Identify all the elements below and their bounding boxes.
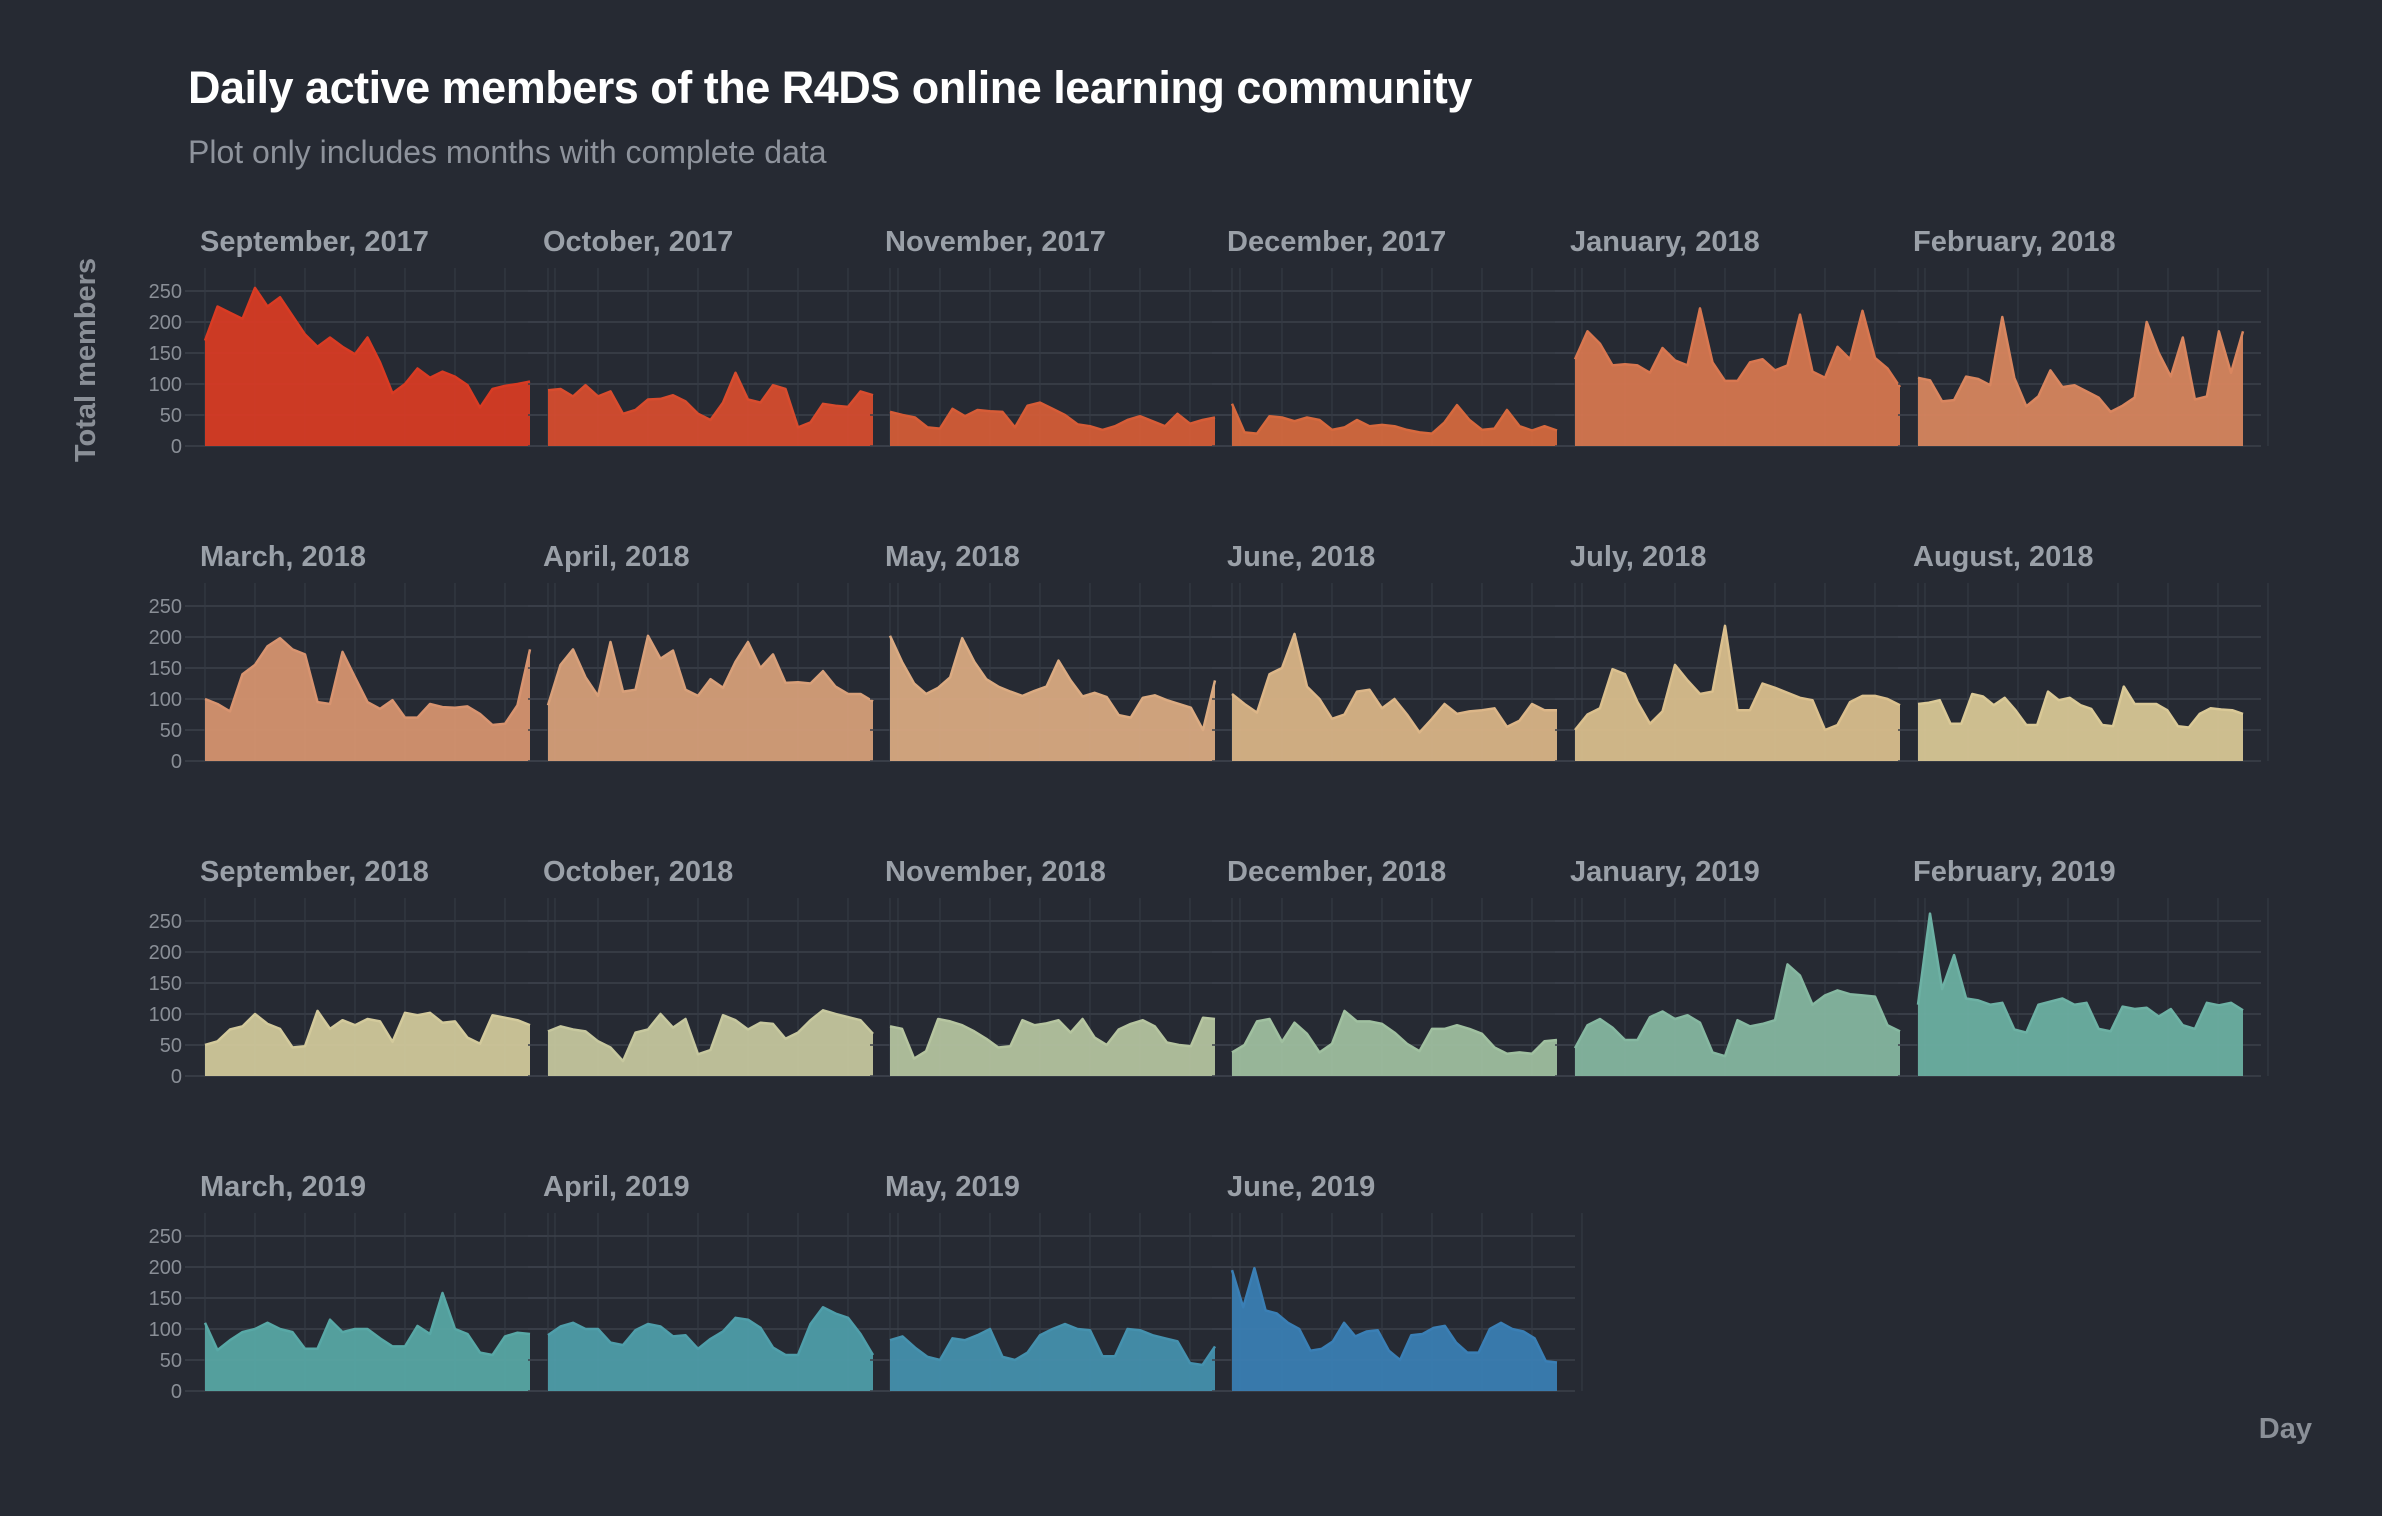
area-series	[205, 287, 530, 446]
facet-title: September, 2018	[200, 856, 429, 888]
facet-panel: December, 2017	[1212, 226, 1583, 447]
facet-title: April, 2019	[543, 1171, 690, 1203]
y-tick-label: 250	[149, 1226, 182, 1248]
facet-title: November, 2018	[885, 856, 1106, 888]
area-series	[205, 1293, 530, 1391]
y-axis-title: Total members	[70, 258, 102, 462]
facet-title: May, 2018	[885, 541, 1020, 573]
facet-panel: April, 2018	[528, 541, 899, 762]
facet-panel: April, 2019	[528, 1171, 899, 1392]
facet-panel: November, 2018	[870, 856, 1241, 1077]
area-series	[548, 635, 873, 761]
facet-panel: March, 2019 0 50 100 150 200 250	[149, 1171, 556, 1403]
facet-title: October, 2017	[543, 226, 733, 258]
y-tick-label: 50	[160, 1035, 182, 1057]
y-tick-label: 150	[149, 658, 182, 680]
facet-title: November, 2017	[885, 226, 1106, 258]
y-tick-label: 200	[149, 1257, 182, 1279]
facet-title: June, 2019	[1227, 1171, 1375, 1203]
facet-panel: September, 2017 0 50 100 150 200 250	[149, 226, 556, 458]
x-axis-title: Day	[2259, 1413, 2312, 1445]
facet-title: January, 2018	[1570, 226, 1760, 258]
facet-title: September, 2017	[200, 226, 429, 258]
facet-title: January, 2019	[1570, 856, 1760, 888]
area-series	[890, 1324, 1215, 1391]
facet-title: December, 2017	[1227, 226, 1446, 258]
y-tick-label: 150	[149, 1288, 182, 1310]
facet-title: February, 2018	[1913, 226, 2116, 258]
facet-title: April, 2018	[543, 541, 690, 573]
facet-title: August, 2018	[1913, 541, 2094, 573]
area-series	[1918, 317, 2243, 446]
facet-panel: March, 2018 0 50 100 150 200 250	[149, 541, 556, 773]
y-tick-label: 100	[149, 689, 182, 711]
y-tick-label: 100	[149, 1319, 182, 1341]
facet-panel: January, 2018	[1555, 226, 1926, 447]
y-tick-label: 0	[171, 751, 182, 773]
area-series	[1918, 913, 2243, 1076]
facet-title: February, 2019	[1913, 856, 2116, 888]
facet-panel: February, 2018	[1898, 226, 2269, 447]
y-tick-label: 100	[149, 374, 182, 396]
y-tick-label: 150	[149, 343, 182, 365]
y-tick-label: 250	[149, 281, 182, 303]
facet-panel: May, 2019	[870, 1171, 1241, 1392]
y-tick-label: 50	[160, 720, 182, 742]
y-tick-label: 0	[171, 436, 182, 458]
y-tick-label: 200	[149, 942, 182, 964]
facet-title: March, 2018	[200, 541, 366, 573]
facet-title: July, 2018	[1570, 541, 1707, 573]
facet-panel: September, 2018 0 50 100 150 200 250	[149, 856, 556, 1088]
facet-panel: February, 2019	[1898, 856, 2269, 1077]
y-tick-label: 100	[149, 1004, 182, 1026]
y-tick-label: 250	[149, 911, 182, 933]
y-tick-label: 200	[149, 627, 182, 649]
facet-title: March, 2019	[200, 1171, 366, 1203]
y-tick-label: 0	[171, 1381, 182, 1403]
faceted-area-chart: Total members Day September, 2017 0 50 100 1…	[70, 226, 2312, 1445]
area-series	[1575, 625, 1900, 761]
facet-panel: November, 2017	[870, 226, 1241, 447]
y-tick-label: 150	[149, 973, 182, 995]
area-series	[1575, 308, 1900, 446]
facet-panel: January, 2019	[1555, 856, 1926, 1077]
facet-panel: June, 2019	[1212, 1171, 1583, 1392]
facet-panel: June, 2018	[1212, 541, 1583, 762]
y-tick-label: 200	[149, 312, 182, 334]
facet-panel: August, 2018	[1898, 541, 2269, 762]
facet-title: December, 2018	[1227, 856, 1446, 888]
facet-panel: May, 2018	[870, 541, 1241, 762]
y-tick-label: 50	[160, 405, 182, 427]
area-series	[1232, 1010, 1557, 1076]
y-tick-label: 50	[160, 1350, 182, 1372]
facet-panel: July, 2018	[1555, 541, 1926, 762]
area-series	[1232, 633, 1557, 761]
facet-title: June, 2018	[1227, 541, 1375, 573]
facet-panel: October, 2017	[528, 226, 899, 447]
facet-title: October, 2018	[543, 856, 733, 888]
facet-title: May, 2019	[885, 1171, 1020, 1203]
y-tick-label: 0	[171, 1066, 182, 1088]
area-series	[890, 1017, 1215, 1076]
facet-panel: December, 2018	[1212, 856, 1583, 1077]
area-series	[548, 1307, 873, 1391]
facet-panel: October, 2018	[528, 856, 899, 1077]
area-series	[1918, 686, 2243, 761]
area-series	[548, 1010, 873, 1076]
y-tick-label: 250	[149, 596, 182, 618]
